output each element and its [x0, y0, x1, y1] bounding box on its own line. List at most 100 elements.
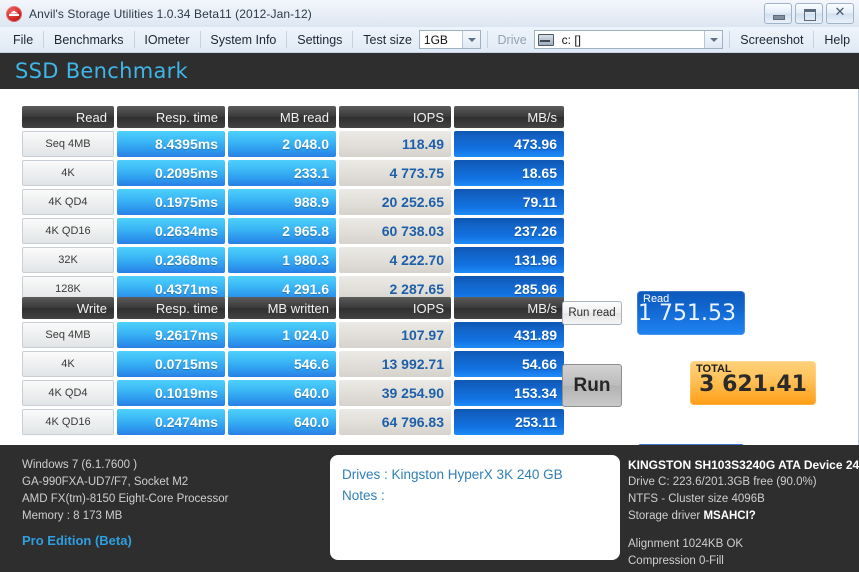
menu-item-iometer[interactable]: IOmeter: [135, 30, 198, 50]
drive-driver-label: Storage driver: [628, 510, 701, 522]
table-header-row: Read Resp. time MB read IOPS MB/s: [22, 106, 564, 128]
cell-resp: 0.0715ms: [117, 351, 225, 377]
column-header-iops: IOPS: [339, 106, 451, 128]
system-cpu: AMD FX(tm)-8150 Eight-Core Processor: [22, 493, 229, 505]
write-results-table: Write Resp. time MB written IOPS MB/s Se…: [19, 294, 567, 438]
system-os: Windows 7 (6.1.7600 ): [22, 459, 138, 471]
table-header-row: Write Resp. time MB written IOPS MB/s: [22, 297, 564, 319]
page-title: SSD Benchmark: [15, 59, 189, 83]
column-header-read: Read: [22, 106, 114, 128]
read-results-table: Read Resp. time MB read IOPS MB/s Seq 4M…: [19, 103, 567, 305]
total-score-value: 3 621.41: [699, 372, 807, 397]
menu-item-screenshot[interactable]: Screenshot: [731, 30, 812, 50]
menu-divider: [286, 31, 288, 48]
cell-volume: 640.0: [228, 409, 336, 435]
drive-icon: [537, 33, 554, 46]
menu-bar: File Benchmarks IOmeter System Info Sett…: [0, 27, 859, 53]
window-controls: ✕: [764, 3, 854, 24]
column-header-write: Write: [22, 297, 114, 319]
cell-resp: 8.4395ms: [117, 131, 225, 157]
system-motherboard: GA-990FXA-UD7/F7, Socket M2: [22, 476, 189, 488]
row-label: 4K: [22, 160, 114, 186]
cell-resp: 0.2368ms: [117, 247, 225, 273]
system-info-block: Windows 7 (6.1.7600 ) GA-990FXA-UD7/F7, …: [22, 457, 228, 549]
maximize-button[interactable]: [795, 3, 823, 24]
menu-divider: [199, 31, 201, 48]
cell-iops: 13 992.71: [339, 351, 451, 377]
cell-resp: 9.2617ms: [117, 322, 225, 348]
cell-iops: 64 796.83: [339, 409, 451, 435]
drive-alignment: Alignment 1024KB OK: [628, 538, 744, 550]
cell-iops: 39 254.90: [339, 380, 451, 406]
menu-divider: [43, 31, 45, 48]
drive-value: c: []: [561, 32, 582, 47]
drive-capacity: Drive C: 223.6/201.3GB free (90.0%): [628, 476, 817, 488]
row-label: Seq 4MB: [22, 131, 114, 157]
column-header-mbread: MB read: [228, 106, 336, 128]
cell-mbs: 131.96: [454, 247, 564, 273]
cell-mbs: 237.26: [454, 218, 564, 244]
test-size-label: Test size: [363, 32, 412, 47]
menu-item-benchmarks[interactable]: Benchmarks: [45, 30, 132, 50]
run-read-button[interactable]: Run read: [562, 301, 622, 325]
cell-resp: 0.2095ms: [117, 160, 225, 186]
column-header-resp: Resp. time: [117, 297, 225, 319]
column-header-mbwritten: MB written: [228, 297, 336, 319]
minimize-button[interactable]: [764, 3, 792, 24]
minimize-icon: [765, 4, 791, 23]
row-label: 4K QD4: [22, 189, 114, 215]
read-score-panel: Read 1 751.53: [637, 291, 745, 335]
test-size-select[interactable]: 1GB: [418, 30, 481, 49]
maximize-icon: [796, 4, 822, 23]
menu-divider: [352, 31, 354, 48]
table-row: Seq 4MB 9.2617ms 1 024.0 107.97 431.89: [22, 322, 564, 348]
section-header: SSD Benchmark: [0, 53, 859, 90]
system-memory: Memory : 8 173 MB: [22, 510, 123, 522]
row-label: 32K: [22, 247, 114, 273]
table-row: 4K QD4 0.1019ms 640.0 39 254.90 153.34: [22, 380, 564, 406]
table-row: 4K QD16 0.2634ms 2 965.8 60 738.03 237.2…: [22, 218, 564, 244]
drive-label: Drive: [497, 32, 527, 47]
menu-item-file[interactable]: File: [4, 30, 42, 50]
table-row: 4K 0.0715ms 546.6 13 992.71 54.66: [22, 351, 564, 377]
table-row: 4K QD16 0.2474ms 640.0 64 796.83 253.11: [22, 409, 564, 435]
cell-mbs: 18.65: [454, 160, 564, 186]
cell-iops: 4 773.75: [339, 160, 451, 186]
cell-mbs: 79.11: [454, 189, 564, 215]
cell-iops: 60 738.03: [339, 218, 451, 244]
cell-iops: 4 222.70: [339, 247, 451, 273]
row-label: Seq 4MB: [22, 322, 114, 348]
menu-item-system-info[interactable]: System Info: [201, 30, 285, 50]
menu-item-settings[interactable]: Settings: [288, 30, 351, 50]
column-header-mbs: MB/s: [454, 106, 564, 128]
anvil-app-icon: [6, 5, 22, 22]
row-label: 4K QD16: [22, 409, 114, 435]
main-content: Read Resp. time MB read IOPS MB/s Seq 4M…: [0, 89, 859, 488]
cell-resp: 0.1019ms: [117, 380, 225, 406]
cell-volume: 988.9: [228, 189, 336, 215]
drive-compression: Compression 0-Fill: [628, 555, 724, 567]
title-bar: Anvil's Storage Utilities 1.0.34 Beta11 …: [0, 0, 859, 28]
cell-volume: 640.0: [228, 380, 336, 406]
cell-mbs: 54.66: [454, 351, 564, 377]
menu-divider: [133, 31, 135, 48]
notes-panel[interactable]: Drives : Kingston HyperX 3K 240 GB Notes…: [330, 455, 620, 560]
table-row: 32K 0.2368ms 1 980.3 4 222.70 131.96: [22, 247, 564, 273]
notes-label: Notes :: [342, 488, 385, 503]
table-row: 4K QD4 0.1975ms 988.9 20 252.65 79.11: [22, 189, 564, 215]
column-header-mbs: MB/s: [454, 297, 564, 319]
cell-volume: 546.6: [228, 351, 336, 377]
row-label: 4K QD16: [22, 218, 114, 244]
drive-select[interactable]: c: []: [533, 30, 724, 49]
menu-divider: [729, 31, 731, 48]
close-button[interactable]: ✕: [826, 3, 854, 24]
window-title: Anvil's Storage Utilities 1.0.34 Beta11 …: [29, 6, 312, 21]
cell-resp: 0.2474ms: [117, 409, 225, 435]
notes-drives-line: Drives : Kingston HyperX 3K 240 GB: [342, 467, 563, 482]
run-button[interactable]: Run: [562, 364, 622, 407]
chevron-down-icon[interactable]: [461, 31, 480, 48]
menu-item-help[interactable]: Help: [815, 30, 859, 50]
chevron-down-icon[interactable]: [704, 31, 723, 48]
application-window: Anvil's Storage Utilities 1.0.34 Beta11 …: [0, 0, 859, 572]
